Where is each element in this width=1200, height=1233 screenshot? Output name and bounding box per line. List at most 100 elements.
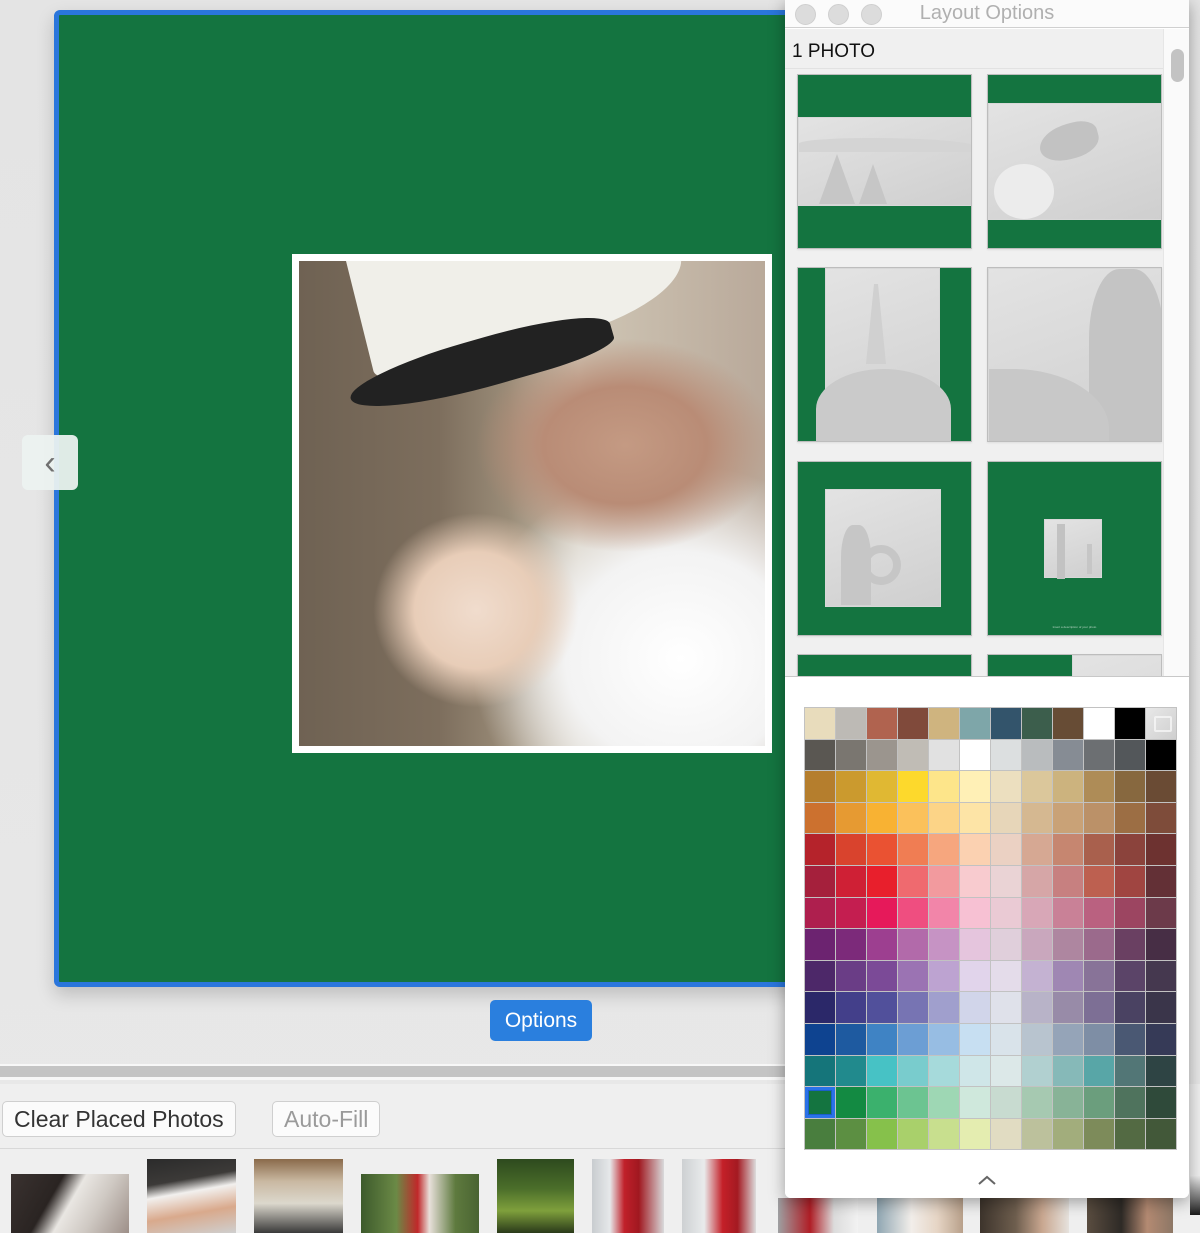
color-swatch[interactable]	[867, 1087, 897, 1118]
color-swatch[interactable]	[1115, 739, 1145, 771]
color-swatch[interactable]	[836, 992, 866, 1023]
color-swatch[interactable]	[805, 897, 835, 929]
color-swatch[interactable]	[1146, 929, 1176, 960]
color-swatch[interactable]	[1022, 771, 1052, 802]
color-swatch[interactable]	[1146, 960, 1176, 992]
color-swatch[interactable]	[836, 834, 866, 865]
color-swatch[interactable]	[867, 708, 897, 739]
color-swatch[interactable]	[1146, 1055, 1176, 1087]
color-swatch[interactable]	[991, 708, 1021, 739]
color-swatch[interactable]	[991, 834, 1021, 865]
layout-option-centered-medium[interactable]	[797, 461, 972, 636]
color-swatch[interactable]	[805, 960, 835, 992]
color-swatch[interactable]	[929, 834, 959, 865]
color-swatch[interactable]	[1022, 992, 1052, 1023]
color-swatch[interactable]	[1115, 960, 1145, 992]
color-swatch[interactable]	[867, 1055, 897, 1087]
color-swatch[interactable]	[867, 771, 897, 802]
color-swatch[interactable]	[1084, 834, 1114, 865]
color-swatch[interactable]	[929, 1023, 959, 1055]
color-swatch[interactable]	[867, 834, 897, 865]
color-swatch[interactable]	[898, 1087, 928, 1118]
color-swatch[interactable]	[1022, 1055, 1052, 1087]
layout-option-partial-1[interactable]	[797, 654, 972, 676]
color-swatch[interactable]	[1022, 960, 1052, 992]
color-swatch[interactable]	[836, 1055, 866, 1087]
color-swatch[interactable]	[1022, 739, 1052, 771]
color-swatch[interactable]	[898, 960, 928, 992]
color-swatch[interactable]	[960, 1118, 990, 1150]
custom-color-swatch[interactable]	[1146, 708, 1176, 739]
previous-page-button[interactable]: ‹	[22, 435, 78, 490]
color-swatch[interactable]	[929, 708, 959, 739]
color-swatch[interactable]	[991, 929, 1021, 960]
color-swatch[interactable]	[929, 897, 959, 929]
color-swatch[interactable]	[1115, 771, 1145, 802]
color-swatch[interactable]	[1146, 1118, 1176, 1150]
color-swatch[interactable]	[960, 802, 990, 834]
color-swatch[interactable]	[1053, 1118, 1083, 1150]
color-swatch[interactable]	[991, 739, 1021, 771]
thumbnail-woman-in-red-cape-2[interactable]	[682, 1159, 756, 1233]
color-swatch[interactable]	[1146, 865, 1176, 897]
placed-photo-frame[interactable]	[292, 254, 772, 753]
color-swatch[interactable]	[1115, 834, 1145, 865]
color-swatch[interactable]	[1084, 802, 1114, 834]
color-swatch[interactable]	[991, 771, 1021, 802]
color-swatch[interactable]	[1084, 708, 1114, 739]
color-swatch[interactable]	[960, 739, 990, 771]
color-swatch[interactable]	[1053, 1055, 1083, 1087]
color-swatch[interactable]	[1053, 929, 1083, 960]
thumbnail-man-with-lamb-close[interactable]	[1087, 1198, 1173, 1233]
color-swatch[interactable]	[805, 739, 835, 771]
color-swatch[interactable]	[960, 865, 990, 897]
color-swatch[interactable]	[1022, 1023, 1052, 1055]
color-swatch[interactable]	[867, 865, 897, 897]
color-swatch[interactable]	[929, 865, 959, 897]
layout-option-top-heavy[interactable]	[987, 74, 1162, 249]
color-swatch[interactable]	[991, 897, 1021, 929]
color-swatch[interactable]	[836, 708, 866, 739]
color-swatch[interactable]	[867, 739, 897, 771]
color-swatch[interactable]	[898, 1055, 928, 1087]
color-swatch[interactable]	[929, 992, 959, 1023]
thumbnail-cat-with-hand[interactable]	[147, 1159, 236, 1233]
color-swatch[interactable]	[1053, 771, 1083, 802]
color-swatch[interactable]	[1115, 897, 1145, 929]
color-swatch[interactable]	[1084, 1023, 1114, 1055]
color-swatch[interactable]	[1146, 1087, 1176, 1118]
color-swatch[interactable]	[836, 897, 866, 929]
color-swatch[interactable]	[1022, 802, 1052, 834]
color-swatch[interactable]	[991, 1023, 1021, 1055]
color-swatch[interactable]	[929, 960, 959, 992]
color-swatch[interactable]	[836, 771, 866, 802]
color-swatch[interactable]	[1053, 1087, 1083, 1118]
color-swatch[interactable]	[1115, 708, 1145, 739]
placed-photo-man-with-lamb[interactable]	[299, 261, 765, 746]
color-swatch[interactable]	[960, 1087, 990, 1118]
color-swatch[interactable]	[991, 802, 1021, 834]
layout-scrollbar-track[interactable]	[1163, 29, 1189, 676]
color-swatch[interactable]	[1084, 739, 1114, 771]
auto-fill-button[interactable]: Auto-Fill	[272, 1101, 381, 1137]
color-swatch[interactable]	[805, 1023, 835, 1055]
color-swatch[interactable]	[1115, 802, 1145, 834]
strip-divider[interactable]	[0, 1064, 785, 1080]
clear-placed-photos-button[interactable]: Clear Placed Photos	[2, 1101, 236, 1137]
color-swatch[interactable]	[1084, 960, 1114, 992]
color-swatch[interactable]	[1146, 992, 1176, 1023]
color-swatch[interactable]	[1053, 865, 1083, 897]
thumbnail-man-with-lamb[interactable]	[877, 1198, 963, 1233]
color-swatch[interactable]	[898, 1118, 928, 1150]
color-swatch[interactable]	[1084, 1118, 1114, 1150]
color-swatch[interactable]	[960, 929, 990, 960]
layout-option-centered-small[interactable]: Insert a description of your photo	[987, 461, 1162, 636]
layout-option-full-bleed[interactable]	[987, 267, 1162, 442]
color-swatch[interactable]	[805, 771, 835, 802]
color-swatch[interactable]	[991, 1118, 1021, 1150]
color-swatch[interactable]	[1053, 992, 1083, 1023]
layout-option-partial-2[interactable]	[987, 654, 1162, 676]
color-swatch[interactable]	[1053, 708, 1083, 739]
color-swatch[interactable]	[1022, 929, 1052, 960]
color-swatch[interactable]	[1146, 802, 1176, 834]
